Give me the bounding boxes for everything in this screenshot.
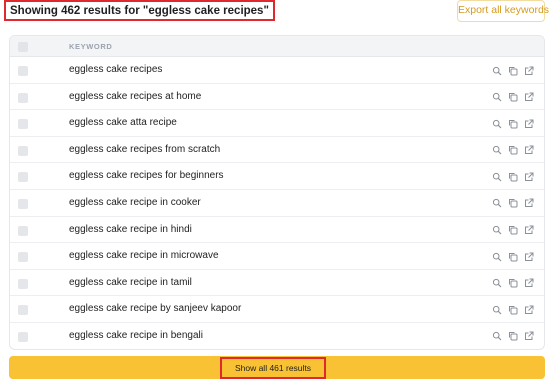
keyword-text: eggless cake recipe in bengali: [69, 329, 203, 341]
copy-icon[interactable]: [508, 278, 518, 288]
select-all-checkbox[interactable]: [18, 42, 28, 52]
table-body: eggless cake recipes eggless cake recipes…: [10, 57, 544, 349]
row-checkbox[interactable]: [18, 305, 28, 316]
search-icon[interactable]: [492, 66, 502, 76]
external-link-icon[interactable]: [524, 66, 534, 76]
search-icon[interactable]: [492, 119, 502, 129]
keyword-text: eggless cake recipes from scratch: [69, 143, 221, 155]
show-all-results-button[interactable]: Show all 461 results: [220, 357, 326, 379]
results-count-text: Showing 462 results for "eggless cake re…: [4, 0, 275, 21]
row-actions: [492, 198, 534, 209]
row-checkbox[interactable]: [18, 119, 28, 130]
row-checkbox[interactable]: [18, 225, 28, 236]
table-row[interactable]: eggless cake recipes: [10, 57, 544, 84]
copy-icon[interactable]: [508, 172, 518, 182]
external-link-icon[interactable]: [524, 252, 534, 262]
external-link-icon[interactable]: [524, 198, 534, 208]
table-row[interactable]: eggless cake recipes for beginners: [10, 163, 544, 190]
copy-icon[interactable]: [508, 305, 518, 315]
copy-icon[interactable]: [508, 145, 518, 155]
row-checkbox[interactable]: [18, 331, 28, 342]
copy-icon[interactable]: [508, 92, 518, 102]
row-actions: [492, 118, 534, 129]
search-icon[interactable]: [492, 92, 502, 102]
copy-icon[interactable]: [508, 66, 518, 76]
row-actions: [492, 225, 534, 236]
row-checkbox[interactable]: [18, 172, 28, 183]
search-icon[interactable]: [492, 225, 502, 235]
external-link-icon[interactable]: [524, 305, 534, 315]
search-icon[interactable]: [492, 252, 502, 262]
external-link-icon[interactable]: [524, 92, 534, 102]
search-icon[interactable]: [492, 331, 502, 341]
row-checkbox[interactable]: [18, 92, 28, 103]
table-row[interactable]: eggless cake atta recipe: [10, 110, 544, 137]
row-checkbox[interactable]: [18, 145, 28, 156]
row-checkbox[interactable]: [18, 66, 28, 76]
search-icon[interactable]: [492, 145, 502, 155]
external-link-icon[interactable]: [524, 119, 534, 129]
row-actions: [492, 92, 534, 103]
row-actions: [492, 65, 534, 76]
row-checkbox[interactable]: [18, 252, 28, 263]
external-link-icon[interactable]: [524, 331, 534, 341]
row-actions: [492, 304, 534, 315]
search-icon[interactable]: [492, 278, 502, 288]
keyword-text: eggless cake recipes: [69, 64, 163, 75]
copy-icon[interactable]: [508, 198, 518, 208]
copy-icon[interactable]: [508, 252, 518, 262]
keyword-text: eggless cake recipe in tamil: [69, 276, 192, 288]
export-all-keywords-button[interactable]: Export all keywords: [457, 0, 549, 22]
search-icon[interactable]: [492, 172, 502, 182]
keyword-text: eggless cake recipe in microwave: [69, 250, 219, 262]
external-link-icon[interactable]: [524, 172, 534, 182]
external-link-icon[interactable]: [524, 145, 534, 155]
keyword-text: eggless cake recipe in cooker: [69, 196, 201, 208]
table-row[interactable]: eggless cake recipe in cooker: [10, 190, 544, 217]
row-checkbox[interactable]: [18, 198, 28, 209]
table-row[interactable]: eggless cake recipe in microwave: [10, 243, 544, 270]
row-actions: [492, 171, 534, 182]
table-row[interactable]: eggless cake recipe in tamil: [10, 270, 544, 297]
keyword-text: eggless cake recipe by sanjeev kapoor: [69, 303, 242, 315]
keyword-text: eggless cake recipe in hindi: [69, 223, 192, 235]
keyword-column-header: KEYWORD: [69, 42, 113, 51]
search-icon[interactable]: [492, 305, 502, 315]
keywords-table: KEYWORD eggless cake recipes eggless cake…: [9, 35, 545, 350]
table-row[interactable]: eggless cake recipe in bengali: [10, 323, 544, 349]
row-actions: [492, 278, 534, 289]
table-row[interactable]: eggless cake recipe by sanjeev kapoor: [10, 296, 544, 323]
row-checkbox[interactable]: [18, 278, 28, 289]
search-icon[interactable]: [492, 198, 502, 208]
table-row[interactable]: eggless cake recipes from scratch: [10, 137, 544, 164]
results-header: Showing 462 results for "eggless cake re…: [0, 0, 550, 30]
keyword-text: eggless cake recipes for beginners: [69, 170, 224, 182]
copy-icon[interactable]: [508, 119, 518, 129]
row-actions: [492, 145, 534, 156]
external-link-icon[interactable]: [524, 278, 534, 288]
row-actions: [492, 251, 534, 262]
keyword-text: eggless cake atta recipe: [69, 117, 177, 129]
external-link-icon[interactable]: [524, 225, 534, 235]
copy-icon[interactable]: [508, 331, 518, 341]
table-row[interactable]: eggless cake recipe in hindi: [10, 217, 544, 244]
table-row[interactable]: eggless cake recipes at home: [10, 84, 544, 111]
table-header: KEYWORD: [10, 36, 544, 57]
copy-icon[interactable]: [508, 225, 518, 235]
keyword-text: eggless cake recipes at home: [69, 90, 202, 102]
row-actions: [492, 331, 534, 342]
